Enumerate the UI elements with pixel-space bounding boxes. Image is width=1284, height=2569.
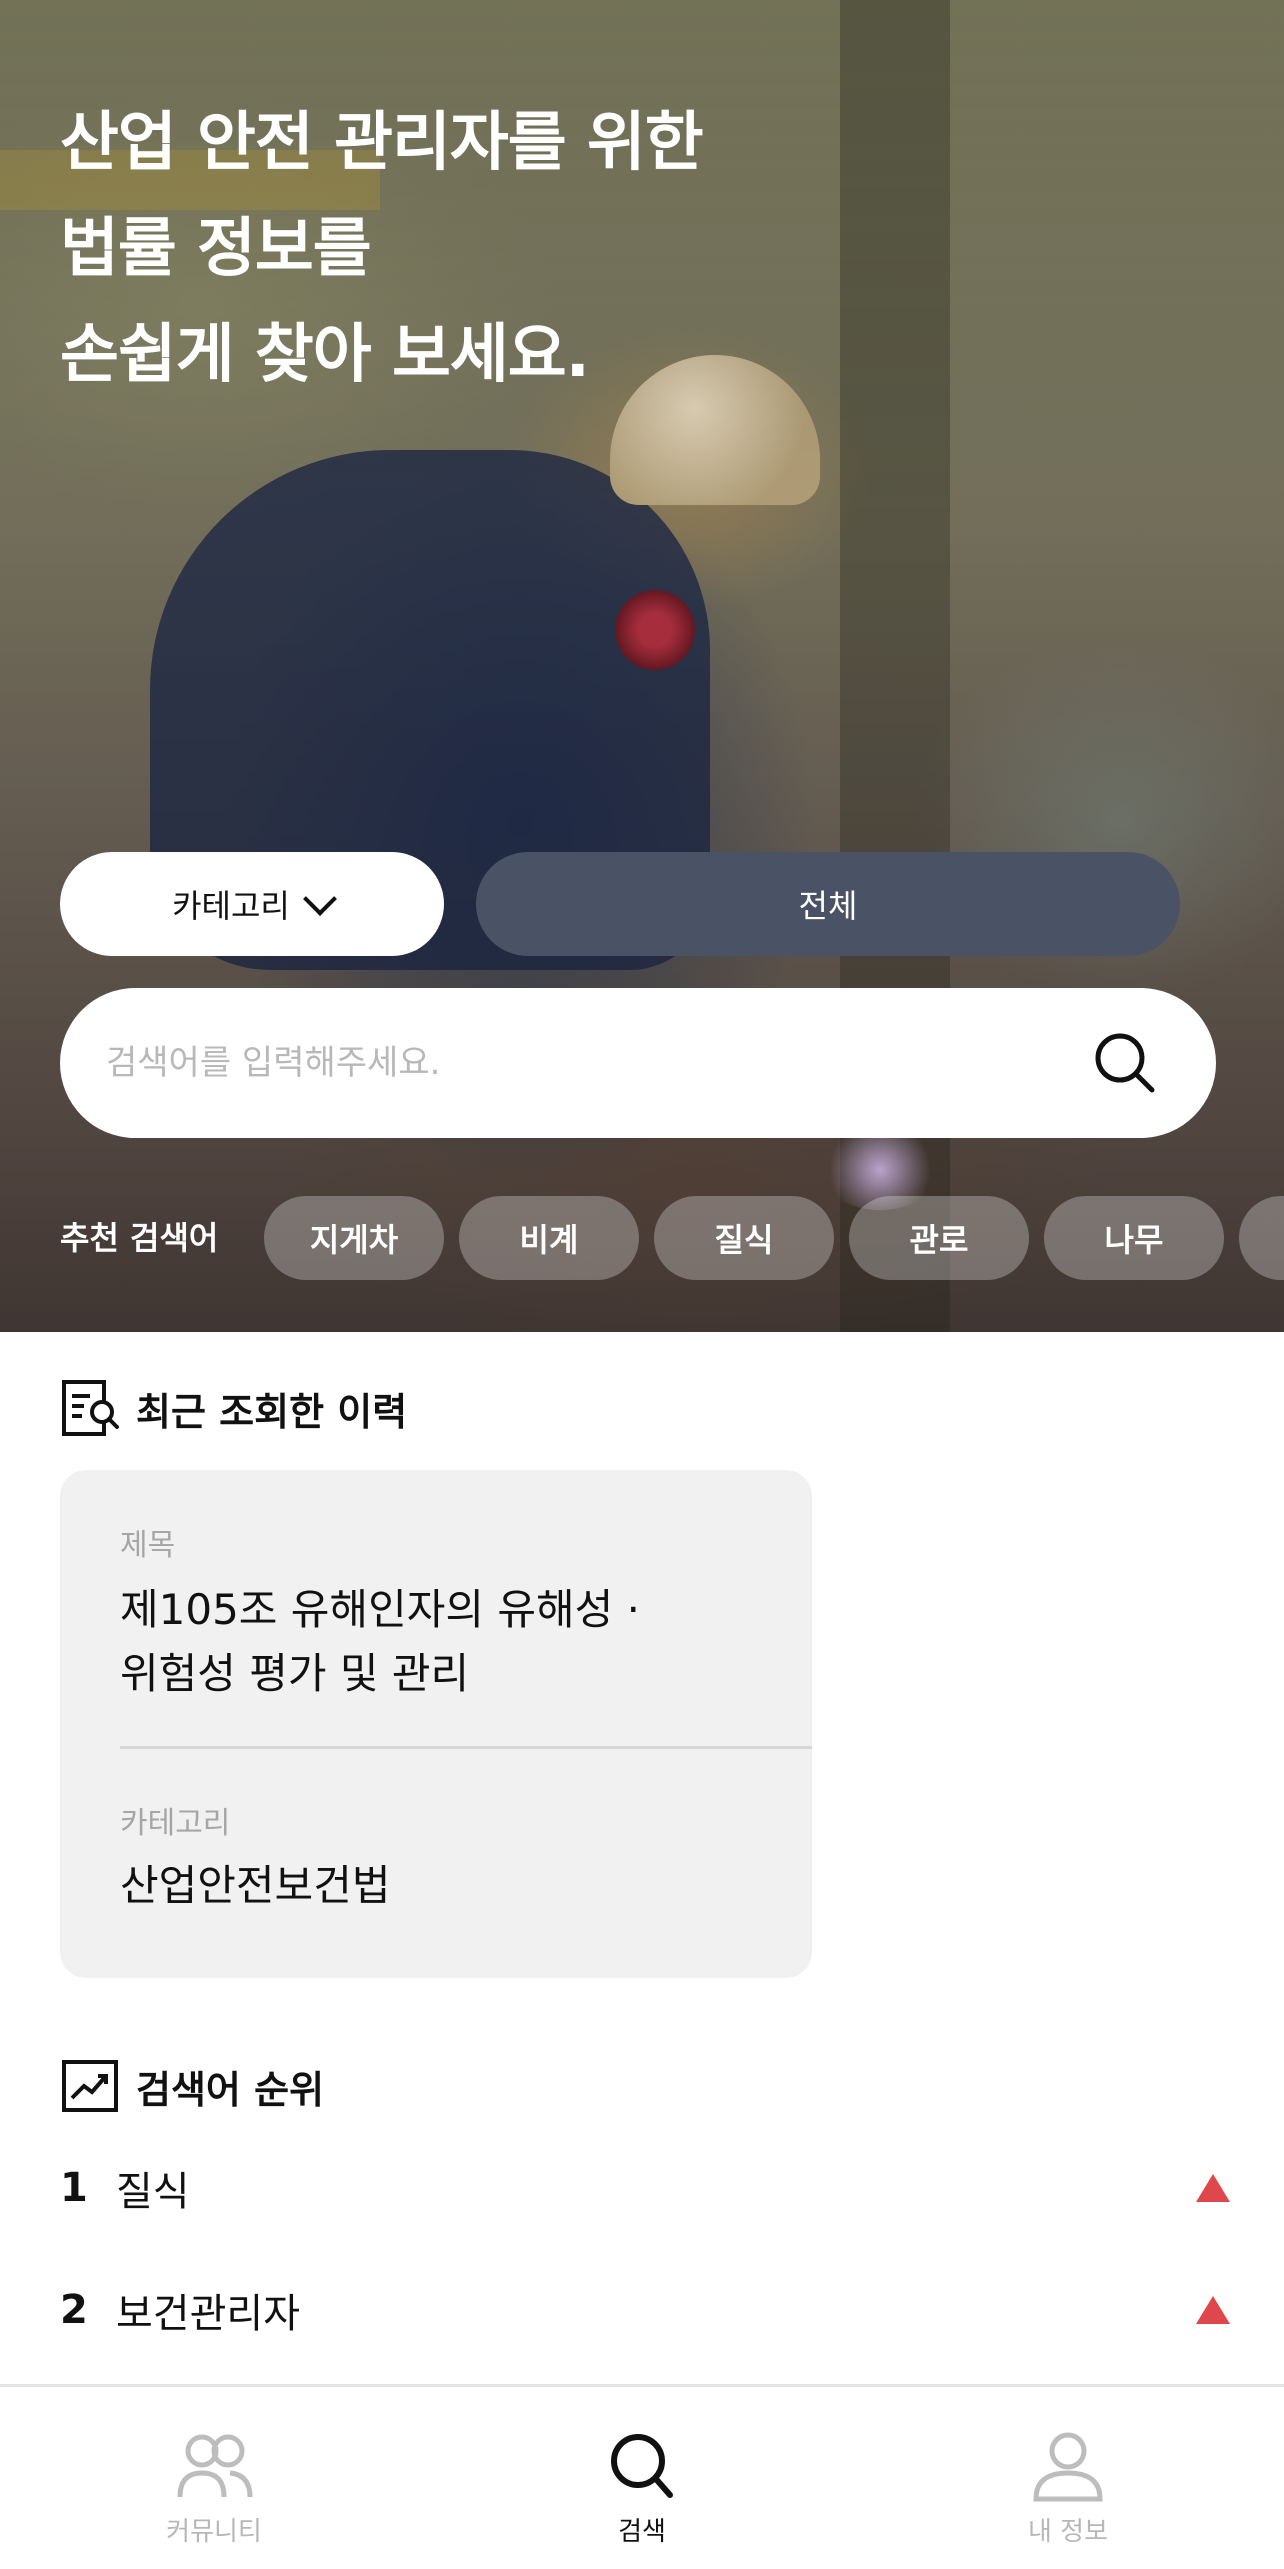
tab-label: 커뮤니티 — [166, 2517, 262, 2547]
rank-keyword: 보건관리자 — [116, 2291, 300, 2337]
card-title-line: 위험성 평가 및 관리 — [120, 1649, 470, 1698]
keyword-chip[interactable]: 나무 — [1044, 1196, 1224, 1280]
search-input[interactable] — [104, 1042, 1008, 1084]
community-icon — [177, 2434, 253, 2498]
headline-line: 산업 안전 관리자를 위한 — [60, 106, 704, 180]
trend-up-icon — [1196, 2296, 1230, 2324]
recent-document-search-icon — [62, 1380, 119, 1436]
chevron-down-icon — [302, 882, 337, 916]
profile-icon — [1033, 2432, 1103, 2502]
card-title-line: 제105조 유해인자의 유해성 · — [120, 1585, 640, 1634]
ranking-row[interactable]: 1 질식 — [60, 2148, 1230, 2228]
search-ranking-heading: 검색어 순위 — [60, 2056, 324, 2116]
hero-banner: 산업 안전 관리자를 위한 법률 정보를 손쉽게 찾아 보세요. 카테고리 전체… — [0, 0, 1284, 1332]
keyword-chip[interactable]: 질식 — [654, 1196, 834, 1280]
trend-up-icon — [1196, 2174, 1230, 2202]
tab-label: 검색 — [618, 2517, 666, 2547]
recommended-label: 추천 검색어 — [60, 1219, 219, 1257]
search-bar — [60, 988, 1216, 1138]
category-dropdown-button[interactable]: 카테고리 — [60, 852, 444, 956]
recommended-keywords: 추천 검색어 지게차 비계 질식 관로 나무 — [0, 1196, 1284, 1280]
category-button-label: 카테고리 — [172, 887, 290, 925]
rank-number: 1 — [60, 2165, 88, 2211]
trending-chart-icon — [62, 2060, 118, 2112]
tab-search[interactable]: 검색 — [492, 2387, 792, 2569]
search-icon — [611, 2434, 673, 2498]
search-icon[interactable] — [1092, 1030, 1158, 1096]
rank-number: 2 — [60, 2287, 88, 2333]
tab-label: 내 정보 — [1027, 2517, 1109, 2547]
search-ranking-title: 검색어 순위 — [136, 2067, 325, 2112]
rank-keyword: 질식 — [116, 2169, 190, 2215]
recent-history-heading: 최근 조회한 이력 — [60, 1378, 407, 1438]
scope-button-label: 전체 — [798, 887, 858, 925]
keyword-chip-overflow[interactable] — [1239, 1196, 1284, 1280]
scope-all-button[interactable]: 전체 — [476, 852, 1180, 956]
headline-line: 손쉽게 찾아 보세요. — [60, 318, 590, 392]
card-category-value: 산업안전보건법 — [120, 1861, 391, 1910]
bottom-tab-bar: 커뮤니티 검색 내 정보 — [0, 2384, 1284, 2569]
card-category-label: 카테고리 — [120, 1806, 231, 1841]
card-divider — [120, 1746, 812, 1749]
card-title-label: 제목 — [120, 1528, 176, 1563]
ranking-row[interactable]: 2 보건관리자 — [60, 2270, 1230, 2350]
keyword-chip[interactable]: 비계 — [459, 1196, 639, 1280]
tab-community[interactable]: 커뮤니티 — [64, 2387, 364, 2569]
recent-history-title: 최근 조회한 이력 — [136, 1389, 408, 1434]
headline-line: 법률 정보를 — [60, 212, 372, 286]
tab-my-info[interactable]: 내 정보 — [918, 2387, 1218, 2569]
recent-history-card[interactable]: 제목 제105조 유해인자의 유해성 · 위험성 평가 및 관리 카테고리 산업… — [60, 1470, 812, 1978]
keyword-chip[interactable]: 관로 — [849, 1196, 1029, 1280]
keyword-chip[interactable]: 지게차 — [264, 1196, 444, 1280]
hero-headline: 산업 안전 관리자를 위한 법률 정보를 손쉽게 찾아 보세요. — [60, 90, 704, 408]
